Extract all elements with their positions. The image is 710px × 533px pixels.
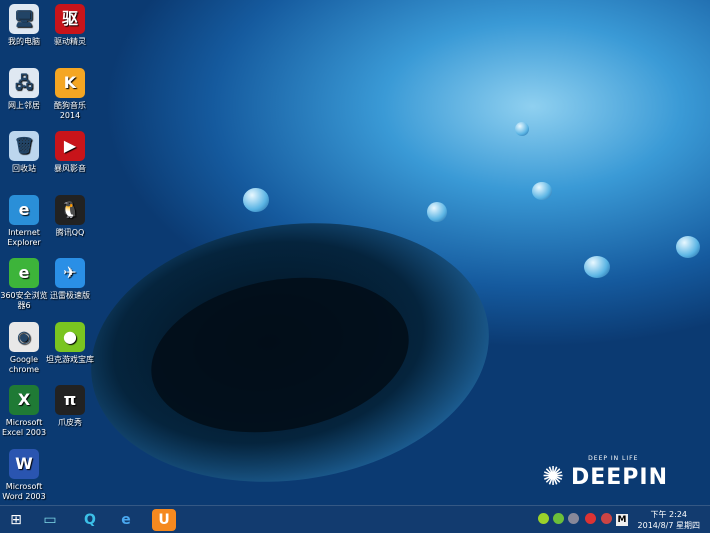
app-icon: X [9,385,39,415]
app-icon: 🗑 [9,131,39,161]
desktop-icon[interactable]: 🐧 腾讯QQ [46,194,94,238]
water-drop [515,122,529,136]
icon-label: Microsoft Excel 2003 [1,418,47,437]
water-drop [584,256,610,278]
app-icon: e [9,194,39,225]
water-drop [676,236,700,258]
app-icon: ✈ [55,258,85,288]
icon-label: 暴风影音 [54,164,86,173]
desktop-icon[interactable]: e Internet Explorer [0,194,48,248]
app-icon: e [9,258,39,288]
desktop-icon[interactable]: W Microsoft Word 2003 [0,448,48,502]
app-icon: 🖧 [9,67,39,98]
taskbar-app-qq-browser[interactable]: Q [78,509,102,531]
icon-label: 坦克游戏宝库 [46,354,94,364]
taskbar-app-uc-browser[interactable]: U [152,509,176,531]
app-icon: W [9,448,39,479]
tray-volume-muted-icon[interactable] [601,513,612,524]
icon-label: 网上邻居 [8,100,40,110]
taskbar: ⊞ ▭ Q e U M 下午 2:24 2014/8/7 星期四 [0,505,710,533]
icon-label: Microsoft Word 2003 [2,481,46,501]
desktop-icon[interactable]: π 爪皮秀 [46,385,94,428]
taskbar-app-ie[interactable]: e [114,509,138,531]
tray-shield-icon[interactable] [553,513,564,524]
start-button[interactable]: ⊞ [4,509,28,531]
water-drop [427,202,447,222]
tray-360-icon[interactable] [538,513,549,524]
app-icon: ▶ [55,131,85,161]
icon-label: 360安全浏览器6 [0,291,48,310]
icon-label: Google chrome [8,354,40,374]
desktop-icon[interactable]: ▶ 暴风影音 [46,131,94,174]
desktop-icon[interactable]: 🖥 我的电脑 [0,4,48,47]
tray-m-icon[interactable]: M [616,514,628,526]
desktop-icon[interactable]: e 360安全浏览器6 [0,258,48,311]
app-icon: 🖥 [9,4,39,34]
icon-label: 腾讯QQ [55,227,85,237]
desktop-icon[interactable]: K 酷狗音乐 2014 [46,67,94,121]
app-icon: 驱 [55,4,85,34]
app-icon: ● [55,321,85,352]
desktop-icon[interactable]: 🗑 回收站 [0,131,48,174]
desktop-icon[interactable]: ✈ 迅雷极速版 [46,258,94,301]
water-drop [532,182,552,200]
icon-label: 酷狗音乐 2014 [54,100,86,120]
icon-label: 驱动精灵 [54,37,86,46]
desktop-icon[interactable]: 驱驱动精灵 [46,4,94,47]
deepin-logo: DEEP IN LIFE ✺ DEEPIN [542,455,668,492]
app-icon: K [55,67,85,98]
clock[interactable]: 下午 2:24 2014/8/7 星期四 [638,509,700,531]
desktop-icon[interactable]: X Microsoft Excel 2003 [0,385,48,438]
water-drop [243,188,269,212]
deepin-swirl-icon: ✺ [542,462,565,492]
taskbar-app-store[interactable]: ▭ [38,509,62,531]
icon-label: 爪皮秀 [58,418,82,427]
desktop-icon[interactable]: ● 坦克游戏宝库 [46,321,94,365]
icon-label: 我的电脑 [8,37,40,46]
tray-network-icon[interactable] [585,513,596,524]
desktop-icon[interactable]: ◉ Google chrome [0,321,48,375]
desktop-icon[interactable]: 🖧 网上邻居 [0,67,48,111]
app-icon: ◉ [9,321,39,352]
icon-label: 回收站 [12,164,36,173]
app-icon: 🐧 [55,194,85,225]
tray-power-icon[interactable] [568,513,579,524]
icon-label: 迅雷极速版 [50,291,90,300]
app-icon: π [55,385,85,415]
icon-label: Internet Explorer [7,227,41,247]
